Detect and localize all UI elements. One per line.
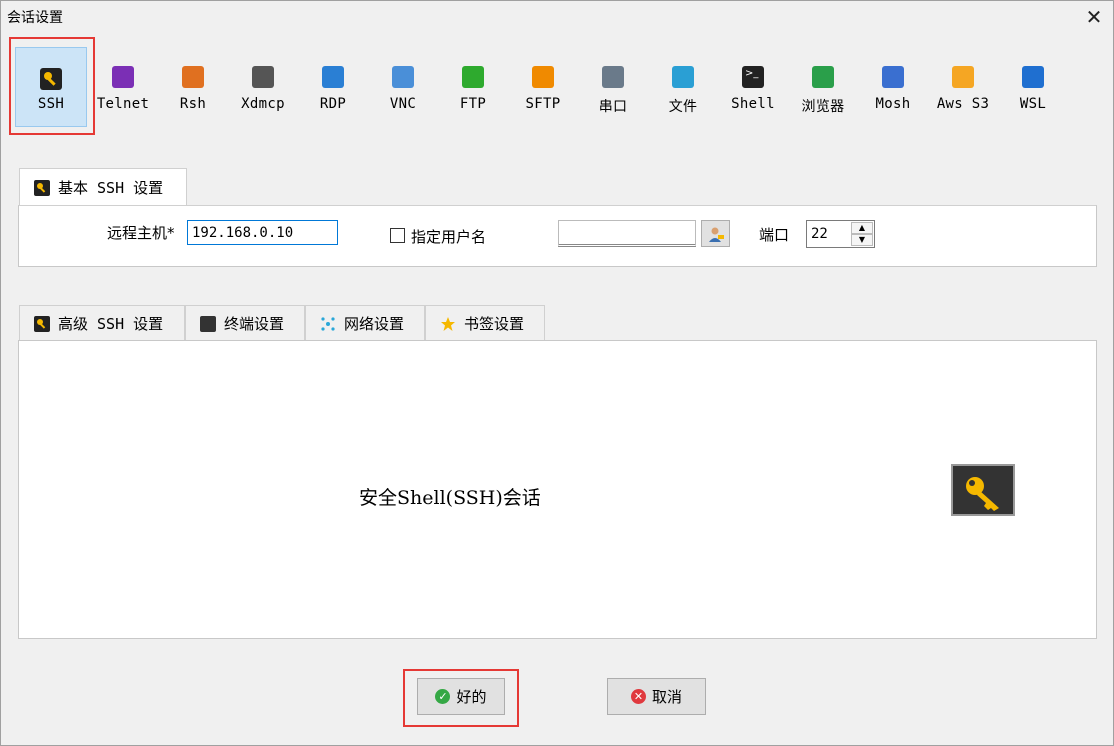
aws-icon — [952, 66, 974, 88]
tab-terminal[interactable]: 终端设置 — [185, 305, 305, 341]
sftp-icon — [532, 66, 554, 88]
cancel-button[interactable]: ✕ 取消 — [607, 678, 706, 715]
port-spinner-down[interactable]: ▼ — [851, 234, 873, 246]
tab-advanced-ssh[interactable]: 高级 SSH 设置 — [19, 305, 185, 341]
session-settings-window: 会话设置 ✕ SSH Telnet Rsh Xdmcp RDP VNC FTP SFTP 串口文… — [0, 0, 1114, 746]
protocol-rsh[interactable]: Rsh — [158, 46, 228, 130]
tab-label: 书签设置 — [464, 315, 525, 333]
protocol-shell[interactable]: >_ Shell — [718, 46, 788, 130]
highlight-ssh — [9, 37, 95, 135]
tab-label: 网络设置 — [344, 315, 405, 333]
protocol-label: Mosh — [875, 96, 911, 112]
check-icon: ✓ — [435, 689, 451, 704]
vnc-icon — [392, 66, 414, 88]
protocol-ftp[interactable]: FTP — [438, 46, 508, 130]
remote-host-input[interactable]: 192.168.0.10 — [187, 220, 338, 245]
user-picker-button[interactable] — [701, 220, 730, 247]
protocol-label: Telnet — [96, 96, 150, 112]
protocol-label: 串口 — [598, 99, 628, 115]
key-icon — [34, 315, 50, 332]
protocol-label: Aws S3 — [936, 96, 990, 112]
tab-basic-ssh-label: 基本 SSH 设置 — [58, 179, 164, 197]
wsl-icon — [1022, 66, 1044, 88]
protocol-wsl[interactable]: WSL — [998, 46, 1068, 130]
cancel-icon: ✕ — [630, 689, 646, 704]
protocol-label: Rsh — [179, 96, 207, 112]
username-checkbox[interactable] — [390, 228, 405, 243]
protocol-浏览器[interactable]: 浏览器 — [788, 46, 858, 130]
protocol-rdp[interactable]: RDP — [298, 46, 368, 130]
user-icon — [708, 227, 724, 242]
tab-label: 终端设置 — [224, 315, 285, 333]
port-spinner-up[interactable]: ▲ — [851, 222, 873, 234]
protocol-sftp[interactable]: SFTP — [508, 46, 578, 130]
protocol-vnc[interactable]: VNC — [368, 46, 438, 130]
large-key-icon — [951, 464, 1015, 516]
telnet-icon — [112, 66, 134, 88]
tab-bookmark[interactable]: 书签设置 — [425, 305, 545, 341]
rsh-icon — [182, 66, 204, 88]
protocol-label: WSL — [1019, 96, 1047, 112]
star-icon — [440, 316, 456, 332]
ok-button[interactable]: ✓ 好的 — [417, 678, 505, 715]
file-icon — [672, 66, 694, 88]
close-icon[interactable]: ✕ — [1077, 1, 1111, 33]
protocol-label: Shell — [731, 96, 775, 112]
ftp-icon — [462, 66, 484, 88]
rdp-icon — [322, 66, 344, 88]
protocol-label: Xdmcp — [241, 96, 285, 112]
protocol-label: SFTP — [525, 96, 561, 112]
tab-label: 高级 SSH 设置 — [58, 315, 164, 333]
key-icon — [34, 179, 50, 196]
port-label: 端口 — [759, 226, 790, 244]
protocol-串口[interactable]: 串口 — [578, 46, 648, 130]
protocol-label: VNC — [389, 96, 417, 112]
protocol-telnet[interactable]: Telnet — [88, 46, 158, 130]
protocol-label: 浏览器 — [801, 99, 845, 115]
username-label: 指定用户名 — [411, 228, 487, 246]
session-description: 安全Shell(SSH)会话 — [359, 487, 541, 509]
protocol-文件[interactable]: 文件 — [648, 46, 718, 130]
tab-network[interactable]: 网络设置 — [305, 305, 425, 341]
protocol-mosh[interactable]: Mosh — [858, 46, 928, 130]
settings-panel — [18, 340, 1097, 639]
remote-host-label: 远程主机* — [107, 224, 175, 242]
shell-icon: >_ — [742, 66, 764, 88]
mosh-icon — [882, 66, 904, 88]
browser-icon — [812, 66, 834, 88]
protocol-label: FTP — [459, 96, 487, 112]
window-title: 会话设置 — [7, 10, 63, 26]
cancel-button-label: 取消 — [651, 688, 682, 706]
serial-icon — [602, 66, 624, 88]
protocol-aws-s3[interactable]: Aws S3 — [928, 46, 998, 130]
xdmcp-icon — [252, 66, 274, 88]
protocol-xdmcp[interactable]: Xdmcp — [228, 46, 298, 130]
network-icon — [320, 316, 336, 332]
username-field[interactable] — [558, 220, 696, 247]
terminal-icon — [200, 315, 216, 332]
tab-basic-ssh[interactable]: 基本 SSH 设置 — [19, 168, 187, 206]
ok-button-label: 好的 — [456, 688, 487, 706]
protocol-label: RDP — [319, 96, 347, 112]
protocol-label: 文件 — [668, 99, 698, 115]
